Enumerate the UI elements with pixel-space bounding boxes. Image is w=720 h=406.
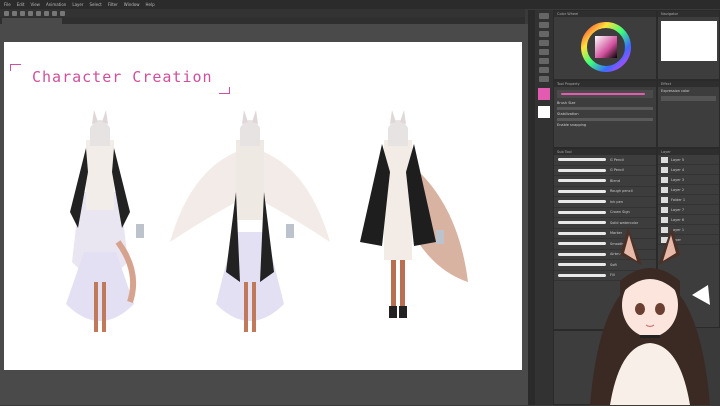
brush-item[interactable]: G Pencil — [554, 166, 656, 176]
pen-tool-icon[interactable] — [539, 13, 549, 19]
eraser-tool-icon[interactable] — [539, 40, 549, 46]
layer-row[interactable]: Folder 1 — [658, 195, 719, 205]
color-wheel[interactable] — [554, 17, 657, 80]
enable-snapping-label[interactable]: Enable snapping — [554, 123, 656, 127]
menu-help[interactable]: Help — [146, 2, 155, 7]
open-icon[interactable] — [12, 10, 17, 16]
brush-size-label: Brush Size — [557, 101, 576, 105]
expression-color-label: Expression color — [661, 89, 690, 93]
layer-thumbnail — [661, 216, 668, 223]
stabilization-slider[interactable] — [557, 118, 653, 121]
save-icon[interactable] — [20, 10, 25, 16]
canvas-area: Character Creation — [0, 24, 528, 405]
menu-view[interactable]: View — [30, 2, 40, 7]
brush-stroke-preview — [558, 200, 606, 204]
layer-property-panel: Effect Expression color — [657, 80, 720, 148]
layer-name: Layer 5 — [671, 157, 685, 162]
layer-row[interactable]: Layer 6 — [658, 215, 719, 225]
layer-thumbnail — [661, 156, 668, 163]
layer-thumbnail — [661, 176, 668, 183]
menu-file[interactable]: File — [4, 2, 11, 7]
frame-corner-top-left — [10, 64, 21, 71]
layer-row[interactable]: Layer 4 — [658, 165, 719, 175]
document-tabs — [0, 17, 525, 24]
brush-item[interactable]: Ink pen — [554, 197, 656, 208]
text-tool-icon[interactable] — [539, 58, 549, 64]
avatar-illustration — [590, 227, 710, 405]
pencil-tool-icon[interactable] — [539, 22, 549, 28]
transform-icon[interactable] — [52, 10, 57, 16]
menu-select[interactable]: Select — [90, 2, 102, 7]
layer-name: Layer 4 — [671, 167, 685, 172]
brush-name: G Pencil — [610, 157, 625, 162]
navigator-panel: Navigator — [657, 10, 720, 80]
menu-edit[interactable]: Edit — [17, 2, 25, 7]
brush-item[interactable]: Rough pencil — [554, 187, 656, 197]
brush-preview — [557, 90, 653, 98]
brush-item[interactable]: Blend — [554, 176, 656, 187]
stabilization-label: Stabilization — [557, 112, 579, 116]
canvas-vertical-scrollbar[interactable] — [528, 10, 535, 405]
frame-corner-bottom-right — [219, 87, 230, 94]
layer-thumbnail — [661, 206, 668, 213]
select-tool-icon[interactable] — [539, 76, 549, 82]
layer-name: Layer 6 — [671, 217, 685, 222]
color-wheel-panel: Color Wheel — [553, 10, 657, 80]
menu-window[interactable]: Window — [124, 2, 140, 7]
move-tool-icon[interactable] — [539, 67, 549, 73]
brush-stroke-preview — [558, 168, 606, 172]
brush-name: Crown Sign — [610, 210, 630, 215]
navigator-preview[interactable] — [660, 21, 717, 61]
menu-bar: File Edit View Animation Layer Select Fi… — [0, 0, 720, 9]
brush-size-slider[interactable] — [557, 107, 653, 110]
sub-color-swatch[interactable] — [538, 106, 550, 118]
layer-row[interactable]: Layer 5 — [658, 155, 719, 165]
canvas[interactable]: Character Creation — [4, 42, 522, 370]
undo-icon[interactable] — [28, 10, 33, 16]
tool-strip — [535, 10, 553, 405]
layer-thumbnail — [661, 166, 668, 173]
brush-preview-stroke — [561, 93, 645, 95]
brush-item[interactable]: G Pencil — [554, 155, 656, 166]
brush-stroke-preview — [558, 189, 606, 193]
layer-name: Layer 7 — [671, 207, 685, 212]
tool-property-header: Tool Property — [554, 81, 656, 87]
canvas-title: Character Creation — [32, 68, 213, 86]
command-bar — [0, 9, 525, 17]
menu-filter[interactable]: Filter — [108, 2, 118, 7]
brush-stroke-preview — [558, 179, 606, 183]
layer-row[interactable]: Layer 2 — [658, 185, 719, 195]
layer-row[interactable]: Layer 3 — [658, 175, 719, 185]
layer-thumbnail — [661, 186, 668, 193]
brush-name: Ink pen — [610, 199, 623, 204]
new-file-icon[interactable] — [4, 10, 9, 16]
layer-name: Folder 1 — [671, 197, 686, 202]
menu-layer[interactable]: Layer — [72, 2, 83, 7]
main-color-swatch[interactable] — [538, 88, 550, 100]
brush-tool-icon[interactable] — [539, 31, 549, 37]
brush-stroke-preview — [558, 221, 606, 225]
expression-color-select[interactable] — [661, 96, 716, 101]
folder-icon — [661, 196, 668, 203]
deselect-icon[interactable] — [60, 10, 65, 16]
layer-name: Layer 2 — [671, 187, 685, 192]
brush-name: Rough pencil — [610, 189, 633, 194]
fill-tool-icon[interactable] — [539, 49, 549, 55]
brush-name: G Pencil — [610, 168, 625, 173]
layer-row[interactable]: Layer 7 — [658, 205, 719, 215]
tool-property-panel: Tool Property Brush Size Stabilization E… — [553, 80, 657, 148]
brush-item[interactable]: Crown Sign — [554, 208, 656, 218]
title-frame: Character Creation — [10, 42, 230, 94]
navigator-header: Navigator — [658, 11, 719, 17]
redo-icon[interactable] — [36, 10, 41, 16]
layer-name: Layer 3 — [671, 177, 685, 182]
menu-animation[interactable]: Animation — [46, 2, 66, 7]
brush-name: Blend — [610, 178, 620, 183]
clear-icon[interactable] — [44, 10, 49, 16]
brush-stroke-preview — [558, 210, 606, 214]
streamer-avatar — [580, 225, 720, 405]
brush-stroke-preview — [558, 158, 606, 162]
